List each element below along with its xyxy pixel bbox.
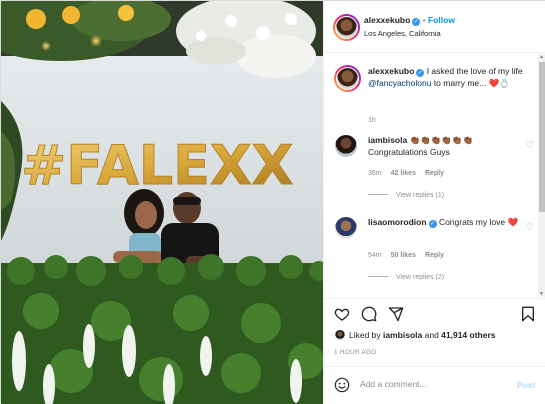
scroll-up-arrow-icon[interactable]: ▲ xyxy=(539,54,544,60)
comment-reply-button[interactable]: Reply xyxy=(425,170,444,177)
caption-text: alexxekubo ✓ I asked the love of my life … xyxy=(368,65,524,89)
scrollbar-thumb[interactable] xyxy=(539,62,545,212)
comment-meta: 36m 42 likes Reply xyxy=(368,170,444,177)
caption-mention[interactable]: @fancyacholonu xyxy=(368,78,431,88)
view-replies-label: View replies (2) xyxy=(396,274,445,281)
comment-emoji: 👏🏾👏🏾👏🏾👏🏾👏🏾👏🏾 xyxy=(409,135,474,145)
smiley-icon[interactable] xyxy=(334,377,350,393)
follow-button[interactable]: Follow xyxy=(428,15,455,25)
comment-time[interactable]: 36m xyxy=(368,170,382,177)
comment-text: iambisola 👏🏾👏🏾👏🏾👏🏾👏🏾👏🏾 Congratulations G… xyxy=(368,134,524,158)
comment-input[interactable] xyxy=(360,379,500,389)
scroll-down-arrow-icon[interactable]: ▼ xyxy=(539,291,544,297)
post-location[interactable]: Los Angeles, California xyxy=(364,29,441,38)
comment-username[interactable]: iambisola xyxy=(368,135,407,145)
comments-scrollbar[interactable]: ▲ ▼ xyxy=(538,54,545,297)
post-timestamp[interactable]: 1 HOUR AGO xyxy=(334,349,376,356)
caption-time[interactable]: 1h xyxy=(368,117,376,124)
bookmark-icon[interactable] xyxy=(520,306,536,322)
commenter-avatar[interactable] xyxy=(334,216,358,240)
comment-body: Congratulations Guys xyxy=(368,147,450,157)
dot-separator: • xyxy=(422,15,426,25)
view-replies-label: View replies (1) xyxy=(396,192,445,199)
view-replies-button[interactable]: View replies (2) xyxy=(368,274,444,281)
comment-time[interactable]: 54m xyxy=(368,252,382,259)
add-comment-bar: Post xyxy=(324,366,545,404)
verified-icon: ✓ xyxy=(416,69,425,77)
liked-by-prefix: Liked by xyxy=(349,330,384,340)
balloon-text: #FALEXX xyxy=(21,134,293,197)
comment-like-heart-icon[interactable]: ♡ xyxy=(526,222,534,233)
share-icon[interactable] xyxy=(388,306,404,322)
comment-text: lisaomorodion ✓ Congrats my love ❤️ xyxy=(368,216,524,228)
replies-divider xyxy=(368,276,388,277)
author-username[interactable]: alexxekubo xyxy=(364,15,410,25)
post-comment-button[interactable]: Post xyxy=(517,380,535,390)
caption-username[interactable]: alexxekubo xyxy=(368,66,414,76)
comment-username[interactable]: lisaomorodion xyxy=(368,217,427,227)
liker-username[interactable]: iambisola xyxy=(383,330,422,340)
comment-meta: 54m 50 likes Reply xyxy=(368,252,444,259)
caption: alexxekubo ✓ I asked the love of my life … xyxy=(334,65,534,125)
comment-item: iambisola 👏🏾👏🏾👏🏾👏🏾👏🏾👏🏾 Congratulations G… xyxy=(334,134,534,204)
action-bar xyxy=(324,298,545,326)
view-replies-button[interactable]: View replies (1) xyxy=(368,192,444,199)
photo-scene: #FALEXX xyxy=(1,1,323,404)
comment-likes[interactable]: 50 likes xyxy=(391,252,416,259)
balloon-letters: #FALEXX xyxy=(21,134,294,198)
comment-likes[interactable]: 42 likes xyxy=(391,170,416,177)
comment-icon[interactable] xyxy=(361,306,377,322)
comment-reply-button[interactable]: Reply xyxy=(425,252,444,259)
comments-list[interactable]: alexxekubo ✓ I asked the love of my life … xyxy=(324,54,545,297)
heart-icon[interactable] xyxy=(334,306,350,322)
caption-emoji: ❤️💍 xyxy=(488,78,510,88)
comment-body: Congrats my love xyxy=(438,217,506,227)
author-line: alexxekubo ✓ • Follow xyxy=(364,15,455,26)
post-photo[interactable]: #FALEXX xyxy=(1,1,323,404)
verified-icon: ✓ xyxy=(412,18,421,26)
verified-icon: ✓ xyxy=(428,220,437,228)
post-header: alexxekubo ✓ • Follow Los Angeles, Califo… xyxy=(324,1,545,53)
post-modal: #FALEXX alexxekubo ✓ • Follow Los Angele… xyxy=(0,0,545,404)
caption-body-start: I asked the love of my life xyxy=(426,66,523,76)
comment-item: lisaomorodion ✓ Congrats my love ❤️ ♡ 54m… xyxy=(334,216,534,286)
caption-avatar[interactable] xyxy=(334,65,361,92)
likes-count-button[interactable]: 41,914 others xyxy=(441,330,495,340)
replies-divider xyxy=(368,194,388,195)
liker-avatar[interactable] xyxy=(334,329,346,341)
liked-by-middle: and xyxy=(422,330,442,340)
author-avatar[interactable] xyxy=(333,14,360,41)
comment-emoji: ❤️ xyxy=(507,217,519,227)
commenter-avatar[interactable] xyxy=(334,134,358,158)
caption-body-end: to marry me... xyxy=(431,78,487,88)
liked-by-row: Liked by iambisola and 41,914 others xyxy=(334,329,539,341)
post-details-panel: alexxekubo ✓ • Follow Los Angeles, Califo… xyxy=(323,1,545,404)
comment-like-heart-icon[interactable]: ♡ xyxy=(526,140,534,151)
